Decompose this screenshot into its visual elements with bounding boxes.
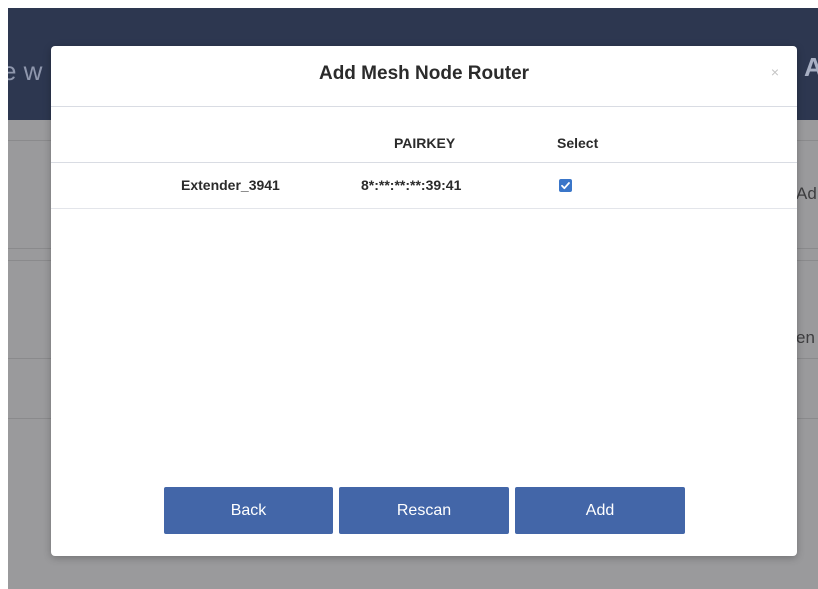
table-header: PAIRKEY Select — [51, 120, 797, 163]
dialog-header: Add Mesh Node Router × — [51, 46, 797, 107]
dialog-title: Add Mesh Node Router — [318, 63, 530, 84]
background-header-text-right: A — [804, 52, 818, 82]
background-side-text: Ad — [796, 184, 817, 203]
column-header-pairkey: PAIRKEY — [394, 135, 456, 151]
rescan-button[interactable]: Rescan — [339, 487, 509, 534]
node-pairkey: 8*:**:**:**:39:41 — [361, 177, 462, 193]
close-button[interactable]: × — [763, 60, 787, 84]
back-button[interactable]: Back — [164, 487, 333, 534]
table-row: Extender_3941 8*:**:**:**:39:41 — [51, 163, 797, 209]
background-header-text-left: e w — [8, 56, 43, 86]
select-checkbox[interactable] — [559, 179, 572, 192]
node-name: Extender_3941 — [181, 177, 280, 193]
checkmark-icon — [561, 182, 570, 190]
background-side-text: en — [796, 328, 815, 347]
column-header-select: Select — [557, 135, 599, 151]
close-icon: × — [770, 64, 780, 80]
add-mesh-node-dialog: Add Mesh Node Router × PAIRKEY Select Ex… — [51, 46, 797, 556]
add-button[interactable]: Add — [515, 487, 685, 534]
screen: e w A Ad en Add Mesh Node Router × PAIRK… — [0, 0, 818, 589]
